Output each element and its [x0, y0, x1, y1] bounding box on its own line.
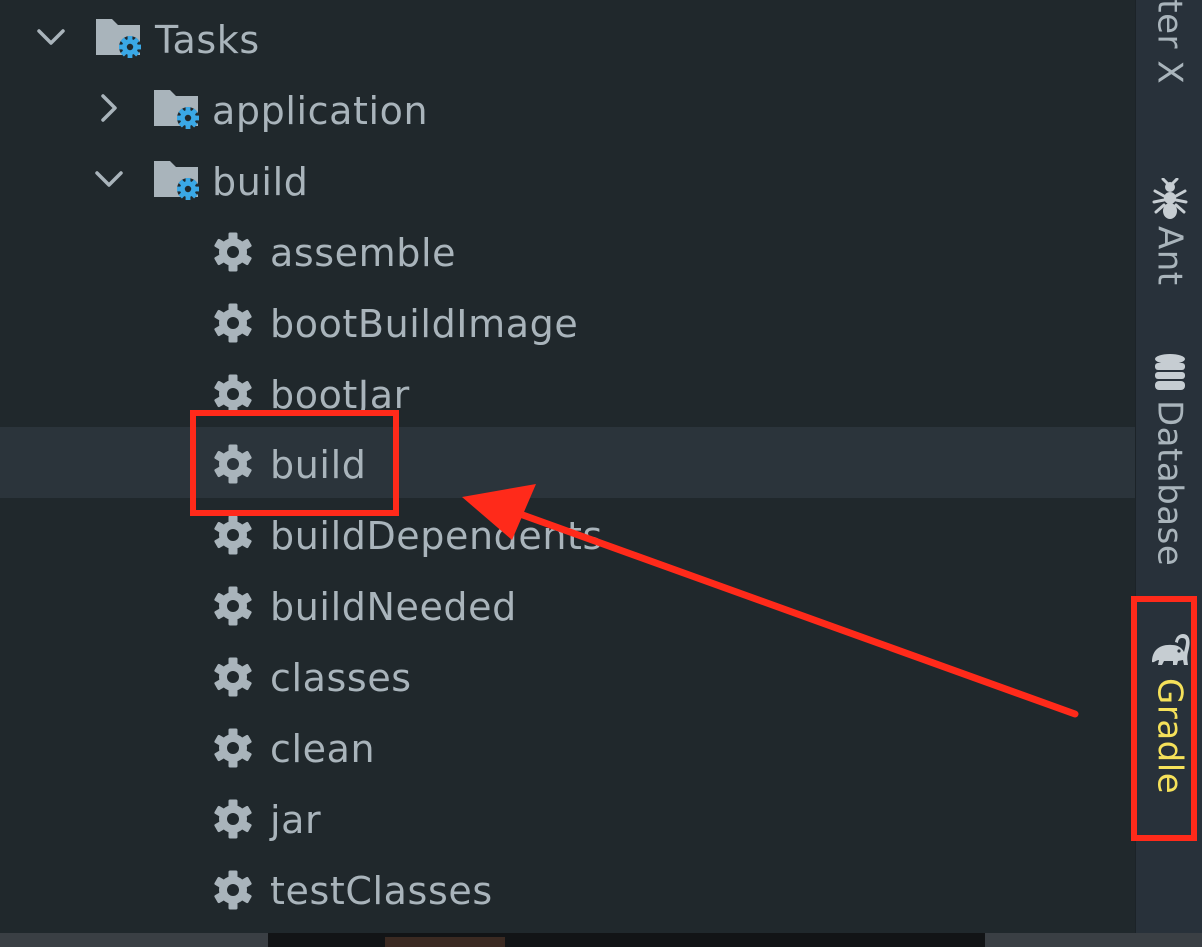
- gear-icon: [214, 303, 252, 343]
- database-icon: [1154, 354, 1185, 390]
- task-label: clean: [270, 727, 376, 771]
- task-label: buildNeeded: [270, 585, 517, 629]
- folder-gear-icon: [154, 161, 199, 200]
- gear-icon: [214, 515, 252, 555]
- gear-icon: [214, 232, 252, 272]
- gradle-tool-window: Tasks application build assemble bootBui…: [0, 0, 1202, 947]
- tool-tab-database[interactable]: Database: [1136, 352, 1202, 577]
- chevron-right-icon[interactable]: [91, 90, 127, 126]
- tree-node-label: build: [212, 160, 309, 204]
- tool-tab-gradle[interactable]: Gradle: [1136, 632, 1202, 817]
- gear-icon: [214, 374, 252, 414]
- task-row-assemble[interactable]: assemble: [0, 215, 1135, 286]
- tool-tab-ant[interactable]: Ant: [1136, 178, 1202, 298]
- gear-icon: [214, 657, 252, 697]
- task-row-clean[interactable]: clean: [0, 711, 1135, 782]
- gear-icon: [214, 799, 252, 839]
- task-row-build[interactable]: build: [0, 427, 1135, 498]
- gear-icon: [214, 728, 252, 768]
- tree-node-build-group[interactable]: build: [0, 144, 1135, 215]
- tool-tab-label: Gradle: [1149, 678, 1190, 795]
- ant-icon: [1152, 178, 1187, 219]
- folder-gear-icon: [96, 19, 141, 58]
- task-row-jar[interactable]: jar: [0, 782, 1135, 853]
- tree-node-label: Tasks: [155, 18, 260, 62]
- task-label: bootBuildImage: [270, 302, 579, 346]
- task-label: jar: [270, 798, 322, 842]
- task-label: bootJar: [270, 373, 410, 417]
- task-row-testclasses[interactable]: testClasses: [0, 853, 1135, 924]
- tree-node-label: application: [212, 89, 429, 133]
- gradle-task-tree: Tasks application build assemble bootBui…: [0, 0, 1135, 933]
- task-label: buildDependents: [270, 514, 603, 558]
- gear-icon: [214, 444, 252, 484]
- task-row-builddependents[interactable]: buildDependents: [0, 498, 1135, 569]
- tool-tab-label: Ant: [1149, 226, 1190, 286]
- tree-node-tasks[interactable]: Tasks: [0, 2, 1135, 73]
- tool-tab-label: Database: [1149, 400, 1190, 567]
- gear-icon: [214, 870, 252, 910]
- tool-tab-label: oter X: [1149, 0, 1190, 85]
- task-label: assemble: [270, 231, 457, 275]
- gear-icon: [214, 586, 252, 626]
- task-label: build: [270, 443, 367, 487]
- right-tool-window-bar: oter X Ant Database Gradle: [1135, 0, 1202, 933]
- tool-tab-oter-x[interactable]: oter X: [1136, 0, 1202, 120]
- tree-node-application[interactable]: application: [0, 73, 1135, 144]
- bottom-editor-edge: [268, 933, 985, 947]
- folder-gear-icon: [154, 90, 199, 129]
- bottom-editor-fragment: [385, 937, 505, 947]
- chevron-down-icon[interactable]: [33, 19, 69, 55]
- task-label: testClasses: [270, 869, 493, 913]
- task-row-bootbuildimage[interactable]: bootBuildImage: [0, 286, 1135, 357]
- task-row-classes[interactable]: classes: [0, 640, 1135, 711]
- task-row-bootjar[interactable]: bootJar: [0, 357, 1135, 428]
- gradle-elephant-icon: [1151, 634, 1190, 665]
- task-row-buildneeded[interactable]: buildNeeded: [0, 569, 1135, 640]
- chevron-down-icon[interactable]: [91, 161, 127, 197]
- task-label: classes: [270, 656, 412, 700]
